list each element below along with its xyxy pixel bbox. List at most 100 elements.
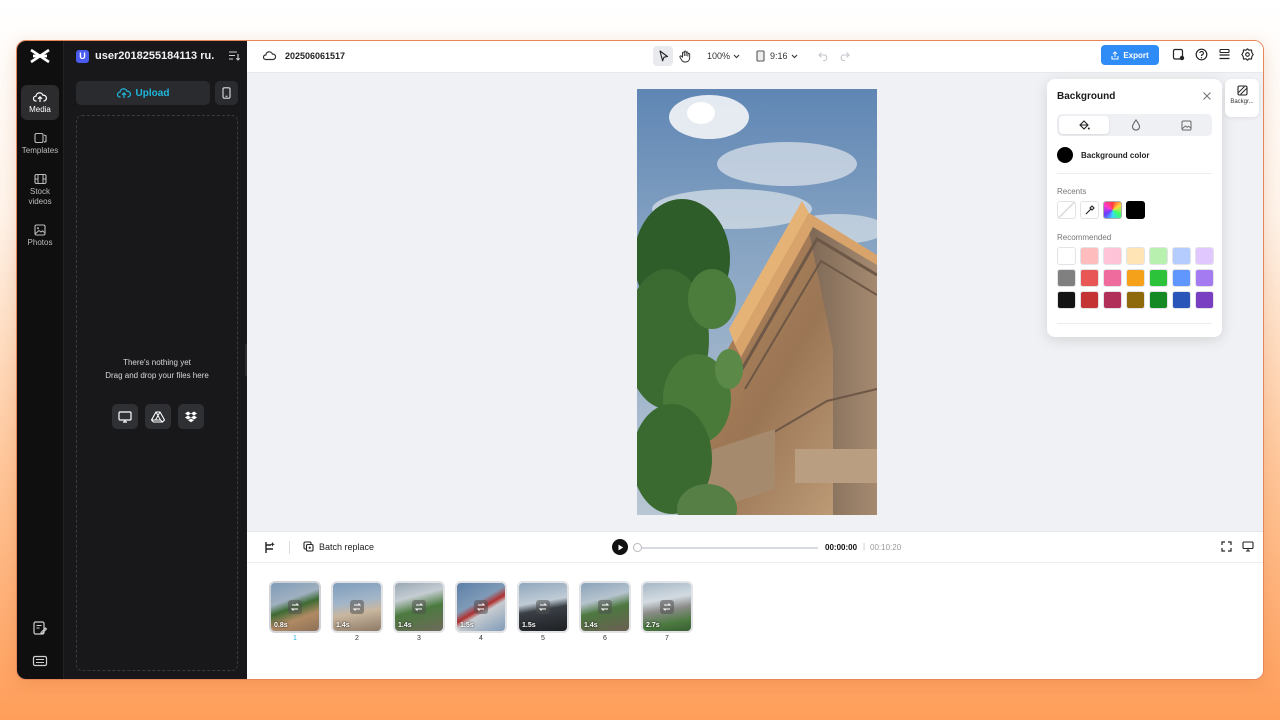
select-tool-button[interactable]	[653, 46, 673, 66]
help-button[interactable]	[1194, 47, 1208, 61]
magic-split-icon[interactable]	[263, 541, 276, 554]
color-swatch[interactable]	[1080, 269, 1099, 287]
settings-button[interactable]	[1240, 47, 1254, 61]
google-drive-button[interactable]	[145, 404, 171, 429]
replace-icon[interactable]	[598, 600, 612, 614]
color-swatch[interactable]	[1057, 247, 1076, 265]
timeline-clip[interactable]: 0.8s	[269, 581, 321, 633]
preview-image	[637, 89, 877, 515]
redo-icon[interactable]	[839, 51, 850, 61]
replace-icon[interactable]	[350, 600, 364, 614]
aspect-ratio-icon	[756, 50, 765, 62]
color-swatch[interactable]	[1126, 269, 1145, 287]
background-side-tab[interactable]: Backgr...	[1225, 79, 1259, 117]
color-swatch[interactable]	[1195, 247, 1214, 265]
timeline-track: 0.8s 1 1.4s 2 1.4s 3 1.5s 4 1.5s 5 1.4s 6 2.7s 7	[247, 563, 1263, 679]
play-button[interactable]	[612, 539, 628, 555]
hand-tool-button[interactable]	[675, 46, 695, 66]
replace-icon[interactable]	[536, 600, 550, 614]
color-wheel-swatch[interactable]	[1103, 201, 1122, 219]
color-swatch[interactable]	[1149, 291, 1168, 309]
timeline-clip[interactable]: 2.7s	[641, 581, 693, 633]
replace-icon[interactable]	[288, 600, 302, 614]
sidebar-item-templates[interactable]: Templates	[21, 132, 59, 156]
editor-main: 202506061517 100% 9:16 Export Background…	[247, 41, 1263, 679]
clip-number: 5	[541, 635, 545, 642]
eyedropper-button[interactable]	[1080, 201, 1099, 219]
color-swatch[interactable]	[1103, 269, 1122, 287]
color-swatch[interactable]	[1195, 291, 1214, 309]
color-swatch[interactable]	[1172, 291, 1191, 309]
fullscreen-icon[interactable]	[1221, 541, 1232, 552]
capcut-logo[interactable]	[29, 47, 51, 65]
phone-upload-button[interactable]	[215, 81, 238, 105]
background-color-row[interactable]: Background color	[1057, 147, 1149, 163]
sidebar-item-label: Photos	[27, 238, 53, 247]
recommended-label: Recommended	[1057, 233, 1112, 242]
background-icon	[1236, 85, 1248, 96]
account-row[interactable]: U user2018255184113 ru...	[76, 48, 240, 64]
color-swatch[interactable]	[1057, 291, 1076, 309]
color-swatch[interactable]	[1149, 269, 1168, 287]
canvas-tools: 100% 9:16	[653, 45, 850, 67]
scrubber-handle[interactable]	[633, 543, 642, 552]
clip-number: 3	[417, 635, 421, 642]
undo-icon[interactable]	[817, 51, 829, 61]
batch-replace-button[interactable]: Batch replace	[303, 541, 374, 552]
eyedropper-icon	[1085, 205, 1095, 215]
recent-color-swatch[interactable]	[1126, 201, 1145, 219]
sidebar-item-label: Stock videos	[28, 187, 52, 206]
tab-image[interactable]	[1162, 114, 1212, 136]
color-swatch[interactable]	[1126, 247, 1145, 265]
upload-button[interactable]: Upload	[76, 81, 210, 105]
layers-button[interactable]	[1217, 47, 1231, 61]
color-swatch[interactable]	[1149, 247, 1168, 265]
color-swatch[interactable]	[1080, 291, 1099, 309]
timeline-clip[interactable]: 1.4s	[393, 581, 445, 633]
aspect-ratio-dropdown[interactable]: 9:16	[756, 50, 798, 62]
video-preview[interactable]	[637, 89, 877, 515]
replace-icon[interactable]	[474, 600, 488, 614]
current-color-swatch[interactable]	[1057, 147, 1073, 163]
replace-icon[interactable]	[660, 600, 674, 614]
color-swatch[interactable]	[1103, 291, 1122, 309]
tab-fill-color[interactable]	[1059, 116, 1110, 134]
color-swatch[interactable]	[1057, 269, 1076, 287]
color-swatch[interactable]	[1080, 247, 1099, 265]
drop-zone[interactable]: There's nothing yet Drag and drop your f…	[76, 115, 238, 671]
dropbox-button[interactable]	[178, 404, 204, 429]
playback-scrubber[interactable]	[633, 543, 818, 552]
color-swatch[interactable]	[1103, 247, 1122, 265]
project-title[interactable]: 202506061517	[263, 50, 345, 61]
phone-icon	[222, 87, 231, 99]
feedback-button[interactable]	[1171, 47, 1185, 61]
computer-source-button[interactable]	[112, 404, 138, 429]
keyboard-icon[interactable]	[32, 653, 48, 669]
sidebar-item-photos[interactable]: Photos	[21, 224, 59, 248]
color-swatch[interactable]	[1126, 291, 1145, 309]
zoom-dropdown[interactable]: 100%	[707, 51, 740, 61]
color-swatch[interactable]	[1195, 269, 1214, 287]
sort-menu-icon[interactable]	[228, 50, 240, 61]
replace-icon[interactable]	[412, 600, 426, 614]
close-icon[interactable]	[1202, 91, 1212, 101]
presentation-icon[interactable]	[1242, 541, 1254, 552]
color-swatch[interactable]	[1172, 247, 1191, 265]
timeline-clip[interactable]: 1.5s	[517, 581, 569, 633]
cloud-sync-icon	[263, 51, 276, 61]
app-window: Media Templates Stock videos Photos U us…	[16, 40, 1264, 680]
tab-blur[interactable]	[1111, 114, 1161, 136]
no-color-swatch[interactable]	[1057, 201, 1076, 219]
sidebar-item-label: Templates	[21, 146, 59, 155]
monitor-icon	[118, 410, 132, 423]
swatch-row	[1057, 269, 1214, 287]
sidebar-item-stock-videos[interactable]: Stock videos	[21, 173, 59, 207]
timeline-clip[interactable]: 1.5s	[455, 581, 507, 633]
sidebar-item-media[interactable]: Media	[21, 85, 59, 120]
color-swatch[interactable]	[1172, 269, 1191, 287]
edit-notes-icon[interactable]	[32, 620, 48, 636]
timeline-clip[interactable]: 1.4s	[579, 581, 631, 633]
templates-icon	[33, 132, 47, 144]
timeline-clip[interactable]: 1.4s	[331, 581, 383, 633]
export-button[interactable]: Export	[1101, 45, 1159, 65]
